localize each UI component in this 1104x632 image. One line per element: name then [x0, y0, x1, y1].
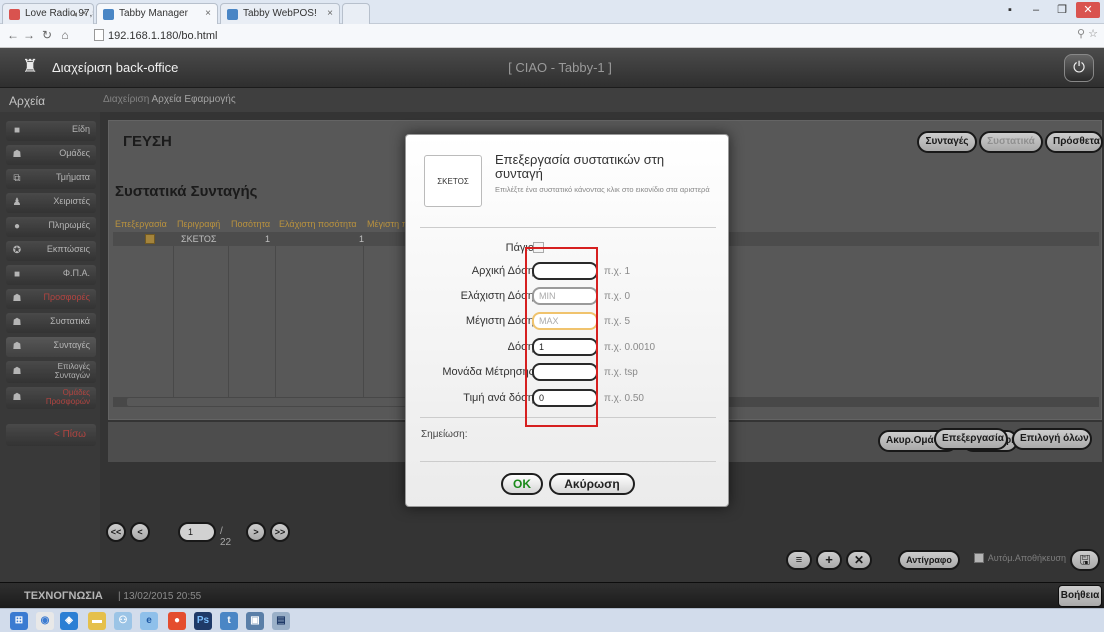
reload-icon[interactable]: ↻: [40, 27, 54, 43]
ok-button[interactable]: OK: [501, 473, 543, 495]
minimize-icon[interactable]: –: [1024, 2, 1048, 18]
divider: [420, 461, 716, 462]
speaker-icon: ◂: [72, 9, 77, 19]
tabby-favicon-icon: [103, 9, 114, 20]
os-taskbar: ⊞ ◉ ◈ ▬ ⚇ e ● Ps t ▣ ▤: [0, 608, 1104, 632]
price-per-dose-example: π.χ. 0.50: [604, 393, 644, 404]
unit-label: Μονάδα Μέτρησης: [442, 366, 534, 378]
home-icon[interactable]: ⌂: [58, 27, 72, 43]
chrome-icon[interactable]: ●: [168, 612, 186, 630]
chrome-app-icon[interactable]: ◉: [36, 612, 54, 630]
url-field[interactable]: 192.168.1.180/bo.html: [94, 27, 1094, 45]
power-icon[interactable]: ⏻: [1064, 54, 1094, 82]
cancel-button[interactable]: Ακύρωση: [549, 473, 635, 495]
back-arrow-icon[interactable]: ←: [6, 27, 20, 43]
radio-favicon-icon: [9, 9, 20, 20]
tab-label: Tabby Manager: [119, 8, 188, 19]
min-dose-example: π.χ. 0: [604, 291, 631, 302]
app-header: ♜ Διαχείριση back-office [ CIAO - Tabby-…: [0, 48, 1104, 88]
station-label: [ CIAO - Tabby-1 ]: [508, 60, 612, 75]
close-tab-icon[interactable]: ×: [81, 4, 87, 24]
start-icon[interactable]: ⊞: [10, 612, 28, 630]
teamviewer-icon[interactable]: ◈: [60, 612, 78, 630]
folder-icon[interactable]: ▬: [88, 612, 106, 630]
editor-icon[interactable]: ▤: [272, 612, 290, 630]
price-per-dose-label: Τιμή ανά δόση: [463, 392, 534, 404]
browser-tab-tabby-webpos[interactable]: Tabby WebPOS! ×: [220, 3, 340, 24]
note-label: Σημείωση:: [421, 429, 468, 440]
max-dose-example: π.χ. 5: [604, 316, 631, 327]
network-icon[interactable]: ⚇: [114, 612, 132, 630]
ingredient-thumbnail[interactable]: ΣΚΕΤΟΣ: [424, 155, 482, 207]
ie-icon[interactable]: e: [140, 612, 158, 630]
initial-dose-example: π.χ. 1: [604, 266, 631, 277]
dialog-hint: Επιλέξτε ένα συστατικό κάνοντας κλικ στο…: [495, 185, 710, 194]
browser-tab-bar: Love Radio 97,5 ◂ × Tabby Manager × Tabb…: [0, 0, 1104, 24]
close-tab-icon[interactable]: ×: [205, 4, 211, 24]
divider: [420, 227, 716, 228]
min-dose-label: Ελάχιστη Δόση: [460, 290, 534, 302]
profile-icon[interactable]: ▪: [998, 2, 1022, 18]
unit-example: π.χ. tsp: [604, 367, 638, 378]
tabby-favicon-icon: [227, 9, 238, 20]
operator-icon: ♜: [22, 56, 39, 76]
browser-tab-tabby-manager[interactable]: Tabby Manager ×: [96, 3, 218, 24]
window-icon[interactable]: ▣: [246, 612, 264, 630]
close-window-icon[interactable]: ✕: [1076, 2, 1100, 18]
forward-arrow-icon[interactable]: →: [22, 27, 36, 43]
photoshop-icon[interactable]: Ps: [194, 612, 212, 630]
dose-example: π.χ. 0.0010: [604, 342, 656, 353]
dialog-title: Επεξεργασία συστατικών στη συνταγή: [495, 152, 665, 181]
new-tab-button[interactable]: [342, 3, 370, 24]
page-icon: [94, 29, 104, 41]
window-controls: ▪ – ❐ ✕: [998, 2, 1100, 18]
tabby-icon[interactable]: t: [220, 612, 238, 630]
url-text: 192.168.1.180/bo.html: [108, 30, 218, 42]
highlight-box: [525, 247, 598, 427]
zoom-star-icons[interactable]: ⚲ ☆: [1077, 27, 1098, 40]
close-tab-icon[interactable]: ×: [327, 4, 333, 24]
app-title: Διαχείριση back-office: [52, 60, 179, 75]
maximize-icon[interactable]: ❐: [1050, 2, 1074, 18]
tab-label: Tabby WebPOS!: [243, 8, 317, 19]
max-dose-label: Μέγιστη Δόση: [465, 315, 534, 327]
address-bar: ← → ↻ ⌂ 192.168.1.180/bo.html ⚲ ☆: [0, 24, 1104, 48]
browser-tab-love-radio[interactable]: Love Radio 97,5 ◂ ×: [2, 3, 94, 24]
